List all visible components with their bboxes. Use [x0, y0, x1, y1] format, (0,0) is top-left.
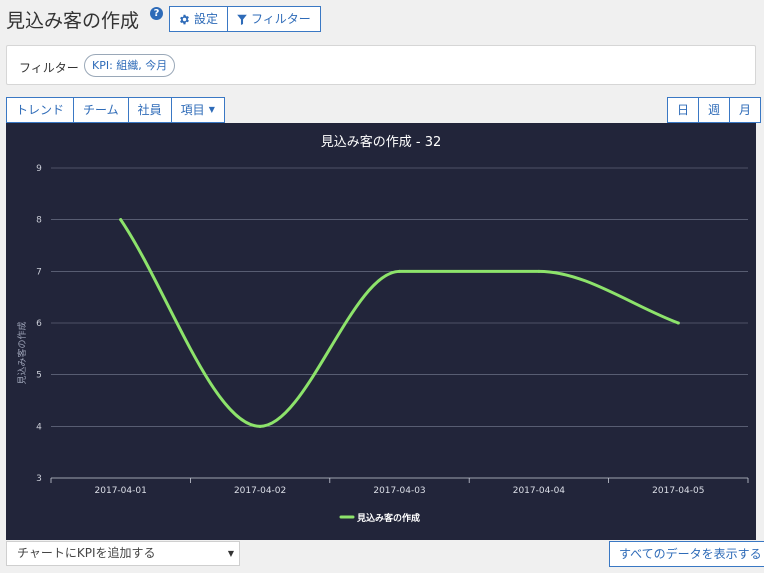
legend-label: 見込み客の作成 [356, 512, 420, 524]
y-tick-label: 6 [36, 319, 42, 329]
filter-pill-kpi[interactable]: KPI: 組織, 今月 [84, 54, 176, 77]
add-kpi-select[interactable]: チャートにKPIを追加する ▼ [6, 541, 240, 566]
tab-trend[interactable]: トレンド [6, 97, 75, 123]
y-tick-label: 8 [36, 216, 42, 226]
data-point [398, 269, 401, 273]
filter-panel: フィルター KPI: 組織, 今月 [6, 45, 756, 85]
tab-employee[interactable]: 社員 [128, 97, 172, 123]
tab-items[interactable]: 項目 ▼ [171, 97, 225, 123]
tab-items-label: 項目 [180, 103, 205, 117]
tab-day[interactable]: 日 [667, 97, 700, 123]
help-icon[interactable]: ? [150, 7, 163, 20]
filter-panel-label: フィルター [19, 61, 79, 75]
chart-title: 見込み客の作成 - 32 [321, 134, 442, 150]
period-tabs: 日 週 月 [667, 97, 762, 123]
x-tick-label: 2017-04-03 [373, 486, 425, 496]
x-tick-label: 2017-04-02 [234, 486, 286, 496]
y-tick-label: 7 [36, 267, 42, 277]
x-tick-label: 2017-04-04 [513, 486, 566, 496]
line-chart: 見込み客の作成 - 32 見込み客の作成 3 4 5 6 7 8 9 2017-04-01 2… [16, 134, 749, 524]
data-point [258, 424, 262, 428]
data-point [119, 218, 123, 222]
x-tick-label: 2017-04-01 [95, 486, 147, 496]
view-tabs: トレンド チーム 社員 項目 ▼ [6, 97, 225, 123]
page-title: 見込み客の作成 [6, 10, 140, 32]
filter-button[interactable]: フィルター [228, 6, 321, 32]
tab-team[interactable]: チーム [74, 97, 129, 123]
add-kpi-label: チャートにKPIを追加する [17, 546, 156, 560]
x-tick-label: 2017-04-05 [652, 486, 704, 496]
caret-down-icon: ▼ [227, 549, 234, 558]
funnel-icon [237, 14, 247, 25]
y-tick-label: 9 [36, 164, 42, 174]
settings-label: 設定 [194, 12, 219, 26]
caret-down-icon: ▼ [208, 105, 215, 114]
filter-label: フィルター [251, 12, 311, 26]
y-tick-label: 3 [36, 474, 42, 484]
y-tick-label: 5 [36, 371, 42, 381]
gear-icon [180, 14, 189, 24]
show-all-data-button[interactable]: すべてのデータを表示する [609, 541, 764, 567]
chart-area: 見込み客の作成 - 32 見込み客の作成 3 4 5 6 7 8 9 2017-04-01 2… [6, 123, 756, 540]
data-point [676, 321, 680, 325]
toolbar: 設定 フィルター [169, 6, 321, 32]
tab-month[interactable]: 月 [730, 97, 762, 123]
data-point [537, 269, 541, 273]
settings-button[interactable]: 設定 [169, 6, 229, 32]
y-axis-label: 見込み客の作成 [16, 321, 28, 384]
tab-week[interactable]: 週 [699, 97, 731, 123]
y-tick-label: 4 [36, 422, 42, 432]
